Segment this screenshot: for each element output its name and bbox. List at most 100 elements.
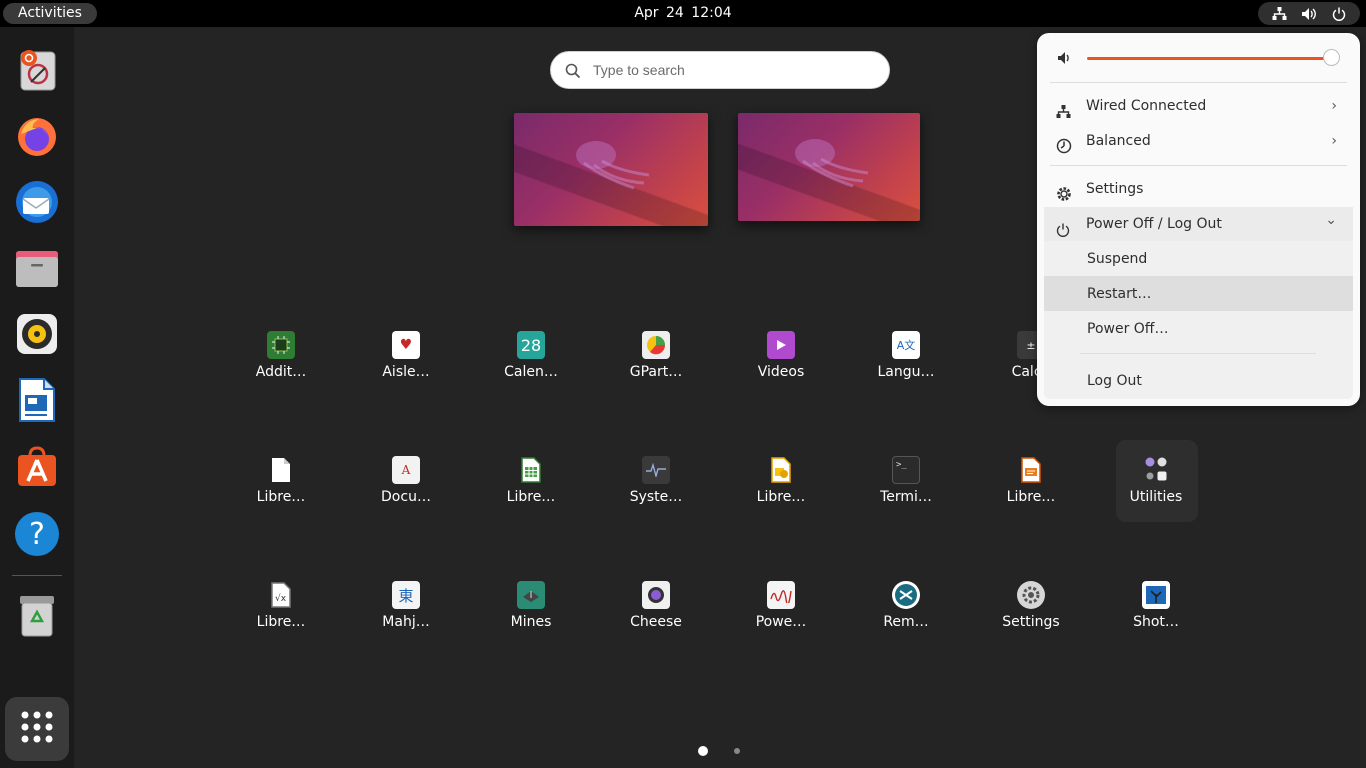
app-libreoffice-math[interactable]: √x Libre…: [231, 581, 331, 661]
cards-icon: ♥: [392, 331, 420, 359]
activities-button[interactable]: Activities: [3, 3, 97, 24]
files-icon: [14, 247, 60, 293]
search-input[interactable]: [593, 58, 873, 82]
thunderbird-icon: [14, 179, 60, 229]
document-icon: [267, 456, 295, 484]
dock-app-trash[interactable]: [12, 593, 62, 643]
volume-slider-handle[interactable]: [1323, 49, 1340, 66]
installer-icon: [15, 48, 59, 96]
gear-icon: [1056, 181, 1072, 201]
calendar-icon: 28: [517, 331, 545, 359]
jellyfish-wallpaper-art: [795, 139, 869, 188]
help-icon: ?: [15, 512, 59, 556]
power-icon: [1331, 6, 1347, 22]
folder-utilities[interactable]: Utilities: [1106, 456, 1206, 536]
power-off-item[interactable]: Power Off…: [1044, 312, 1353, 346]
app-additional-drivers[interactable]: Addit…: [231, 331, 331, 411]
app-libreoffice[interactable]: Libre…: [231, 456, 331, 536]
remote-desktop-icon: [892, 581, 920, 609]
dock-app-installer[interactable]: [12, 47, 62, 97]
photo-icon: [1142, 581, 1170, 609]
restart-item[interactable]: Restart…: [1044, 277, 1353, 311]
app-settings[interactable]: Settings: [981, 581, 1081, 661]
app-cheese[interactable]: Cheese: [606, 581, 706, 661]
network-wired-icon: [1271, 6, 1287, 22]
grid-icon: [21, 711, 53, 747]
volume-icon: [1301, 6, 1317, 22]
app-libreoffice-impress[interactable]: Libre…: [981, 456, 1081, 536]
chevron-right-icon: ›: [1331, 98, 1337, 114]
app-power-statistics[interactable]: Powe…: [731, 581, 831, 661]
dock-separator: [12, 575, 62, 576]
app-gparted[interactable]: GPart…: [606, 331, 706, 411]
app-mines[interactable]: Mines: [481, 581, 581, 661]
app-libreoffice-draw[interactable]: Libre…: [731, 456, 831, 536]
clock-date[interactable]: Apr 24: [634, 5, 683, 21]
power-off-log-out-item[interactable]: Power Off / Log Out ⌄: [1044, 207, 1353, 241]
app-language-support[interactable]: A文 Langu…: [856, 331, 956, 411]
power-statistics-icon: [767, 581, 795, 609]
separator: [1050, 165, 1347, 166]
app-document-viewer[interactable]: A Docu…: [356, 456, 456, 536]
chevron-right-icon: ›: [1331, 133, 1337, 149]
writer-icon: [17, 377, 57, 427]
page-dot-1-active[interactable]: [698, 746, 708, 756]
language-icon: A文: [892, 331, 920, 359]
gparted-icon: [642, 331, 670, 359]
app-calendar[interactable]: 28 Calen…: [481, 331, 581, 411]
dock-app-writer[interactable]: [12, 377, 62, 427]
app-videos[interactable]: Videos: [731, 331, 831, 411]
app-remmina[interactable]: Rem…: [856, 581, 956, 661]
dock-app-thunderbird[interactable]: [12, 179, 62, 229]
app-libreoffice-calc[interactable]: Libre…: [481, 456, 581, 536]
log-out-item[interactable]: Log Out: [1044, 364, 1353, 398]
app-aisleriot[interactable]: ♥ Aisle…: [356, 331, 456, 411]
app-system-monitor[interactable]: Syste…: [606, 456, 706, 536]
volume-icon: [1057, 50, 1073, 69]
dock-app-files[interactable]: [12, 245, 62, 295]
app-mahjongg[interactable]: 東 Mahj…: [356, 581, 456, 661]
firefox-icon: [15, 114, 59, 162]
app-shotwell[interactable]: Shot…: [1106, 581, 1206, 661]
video-player-icon: [767, 331, 795, 359]
clock: Apr 24 12:04: [0, 0, 1366, 27]
top-bar: Activities Apr 24 12:04: [0, 0, 1366, 27]
power-icon: [1056, 216, 1072, 237]
wired-network-item[interactable]: Wired Connected ›: [1044, 89, 1353, 123]
volume-slider[interactable]: [1087, 57, 1331, 60]
gear-icon: [1017, 581, 1045, 609]
dock-app-firefox[interactable]: [12, 113, 62, 163]
mahjongg-icon: 東: [392, 581, 420, 609]
system-monitor-icon: [642, 456, 670, 484]
network-wired-icon: [1056, 98, 1072, 118]
quick-settings-menu: Wired Connected › Balanced › Settings Po…: [1037, 33, 1360, 406]
camera-icon: [642, 581, 670, 609]
power-mode-item[interactable]: Balanced ›: [1044, 124, 1353, 158]
document-viewer-icon: A: [392, 456, 420, 484]
terminal-icon: >_: [892, 456, 920, 484]
suspend-item[interactable]: Suspend: [1044, 242, 1353, 276]
show-applications-button[interactable]: [5, 697, 69, 761]
dock-app-help[interactable]: ?: [12, 509, 62, 559]
clock-time[interactable]: 12:04: [691, 5, 731, 21]
dock: ?: [0, 27, 74, 768]
presentation-icon: [1017, 456, 1045, 484]
jellyfish-wallpaper-art: [576, 141, 650, 190]
dock-app-software[interactable]: [12, 443, 62, 493]
trash-icon: [18, 594, 56, 642]
workspace-thumbnail-2[interactable]: [738, 113, 920, 221]
page-dot-2[interactable]: [734, 748, 740, 754]
separator: [1050, 82, 1347, 83]
chip-icon: [267, 331, 295, 359]
utilities-folder-icon: [1142, 456, 1170, 484]
svg-text:√x: √x: [275, 593, 287, 604]
settings-item[interactable]: Settings: [1044, 172, 1353, 206]
dock-app-rhythmbox[interactable]: [12, 311, 62, 361]
app-terminal[interactable]: >_ Termi…: [856, 456, 956, 536]
search-box[interactable]: [550, 51, 890, 89]
workspace-thumbnail-1[interactable]: [514, 113, 708, 226]
system-tray-button[interactable]: [1258, 2, 1360, 25]
software-icon: [15, 444, 59, 492]
spreadsheet-icon: [517, 456, 545, 484]
chevron-down-icon: ⌄: [1325, 212, 1337, 228]
